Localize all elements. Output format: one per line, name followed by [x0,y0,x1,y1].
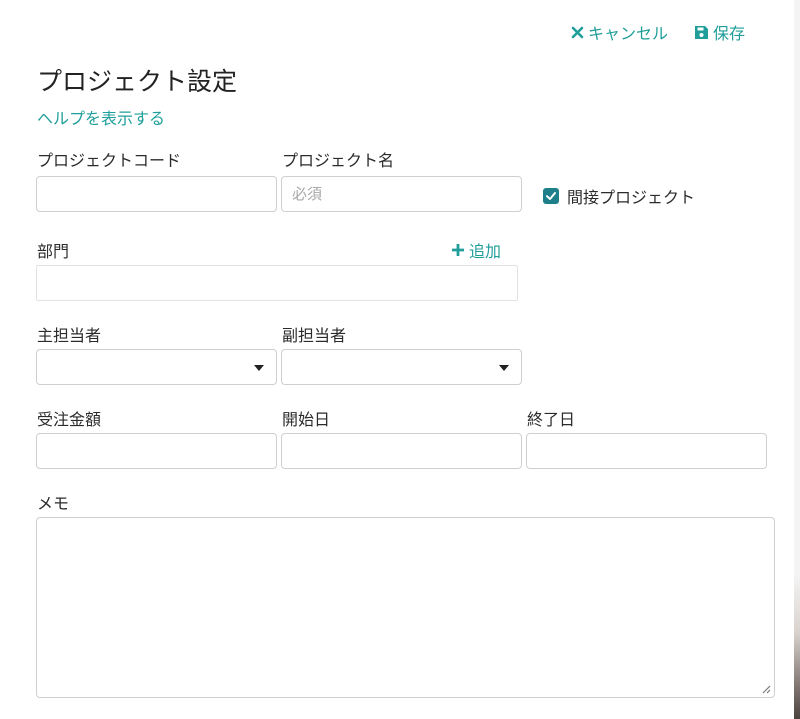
floppy-disk-icon [694,25,708,39]
cancel-label: キャンセル [587,24,668,43]
end-date-input[interactable] [526,433,767,469]
help-link[interactable]: ヘルプを表示する [37,105,165,129]
close-icon [571,26,584,38]
header-actions: キャンセル 保存 [571,20,745,44]
main-manager-select[interactable] [36,349,277,385]
sub-manager-label: 副担当者 [282,326,347,345]
project-settings-panel: キャンセル 保存 プロジェクト設定 ヘルプを表示する プロジェクトコード プロジ… [0,0,794,719]
sub-manager-select[interactable] [281,349,522,385]
start-date-input[interactable] [281,433,522,469]
plus-icon [452,244,464,256]
department-label: 部門 [37,242,70,261]
checkbox-checked-icon[interactable] [543,188,559,204]
end-date-label: 終了日 [527,410,576,429]
caret-down-icon [254,365,264,371]
project-name-label: プロジェクト名 [282,151,395,170]
memo-textarea[interactable] [36,517,775,698]
add-department-button[interactable]: 追加 [451,238,501,262]
save-button[interactable]: 保存 [694,20,745,44]
indirect-project-label: 間接プロジェクト [567,188,696,207]
order-amount-input[interactable] [36,433,277,469]
background-edge [794,0,800,719]
main-manager-label: 主担当者 [37,326,102,345]
project-name-input[interactable] [281,176,522,212]
resize-handle-icon[interactable] [761,684,771,694]
cancel-button[interactable]: キャンセル [571,20,668,44]
order-amount-label: 受注金額 [37,410,102,429]
add-label: 追加 [469,242,502,261]
project-code-input[interactable] [36,176,277,212]
department-field[interactable] [36,265,518,301]
memo-label: メモ [37,494,70,513]
indirect-project-checkbox[interactable]: 間接プロジェクト [543,184,695,208]
caret-down-icon [499,365,509,371]
project-code-label: プロジェクトコード [37,151,182,170]
start-date-label: 開始日 [282,410,331,429]
save-label: 保存 [712,24,745,43]
page-title: プロジェクト設定 [37,67,238,96]
